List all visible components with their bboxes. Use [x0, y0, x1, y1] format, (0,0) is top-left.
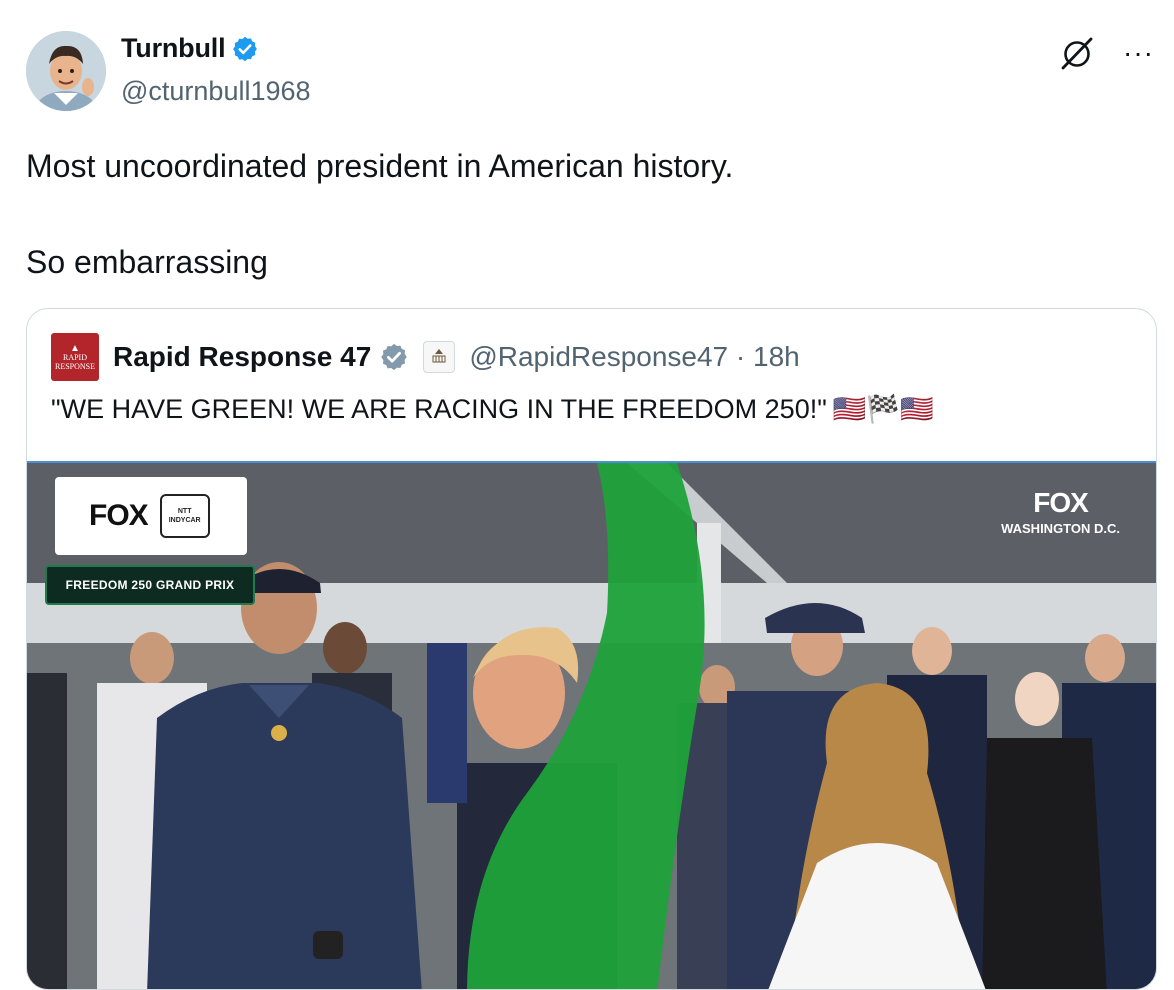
more-options-icon[interactable]: ···: [1123, 39, 1154, 67]
fox-washington-logo: FOX WASHINGTON D.C.: [1001, 487, 1120, 536]
fox-logo: FOX: [89, 499, 149, 532]
verified-badge-icon: [231, 35, 259, 63]
avatar-text-rapid: RAPID: [62, 352, 87, 362]
gray-verified-badge-icon: [379, 342, 409, 372]
tweet-header-actions: ···: [1057, 33, 1154, 73]
avatar-text-response: RESPONSE: [54, 361, 95, 371]
avatar-eagle-icon: ▲: [70, 342, 80, 354]
quoted-tweet-header: ▲ RAPID RESPONSE Rapid Response 47 @Rapi…: [51, 333, 800, 381]
tweet-text: Most uncoordinated president in American…: [26, 142, 733, 286]
ntt-label: NTT: [177, 508, 192, 515]
grand-prix-banner: FREEDOM 250 GRAND PRIX: [45, 565, 255, 605]
tweet-text-line-1: Most uncoordinated president in American…: [26, 148, 734, 184]
quoted-tweet[interactable]: ▲ RAPID RESPONSE Rapid Response 47 @Rapi…: [26, 308, 1157, 990]
author-avatar[interactable]: [26, 31, 106, 111]
author-display-name[interactable]: Turnbull: [121, 33, 226, 64]
slashed-circle-icon[interactable]: [1057, 33, 1097, 73]
quoted-text-body: "WE HAVE GREEN! WE ARE RACING IN THE FRE…: [51, 393, 827, 424]
quoted-author-avatar[interactable]: ▲ RAPID RESPONSE: [51, 333, 99, 381]
white-house-affiliation-icon[interactable]: [423, 341, 456, 373]
flags-emoji: 🇺🇸🏁🇺🇸: [832, 394, 934, 424]
quoted-handle-time[interactable]: @RapidResponse47 · 18h: [469, 341, 799, 373]
tweet-text-line-2: So embarrassing: [26, 244, 268, 280]
author-name-row: Turnbull: [121, 33, 259, 64]
fox-indycar-logo-card: FOX NTT INDYCAR: [55, 477, 247, 555]
indycar-badge: NTT INDYCAR: [159, 494, 210, 538]
indycar-label: INDYCAR: [168, 517, 201, 524]
author-handle[interactable]: @cturnbull1968: [121, 76, 311, 107]
washington-dc-label: WASHINGTON D.C.: [1001, 521, 1120, 536]
quoted-media-video[interactable]: FOX NTT INDYCAR FREEDOM 250 GRAND PRIX F…: [27, 461, 1156, 989]
quoted-tweet-text: "WE HAVE GREEN! WE ARE RACING IN THE FRE…: [51, 393, 934, 425]
quoted-display-name[interactable]: Rapid Response 47: [113, 341, 371, 373]
fox-corner-logo: FOX: [1033, 487, 1089, 518]
